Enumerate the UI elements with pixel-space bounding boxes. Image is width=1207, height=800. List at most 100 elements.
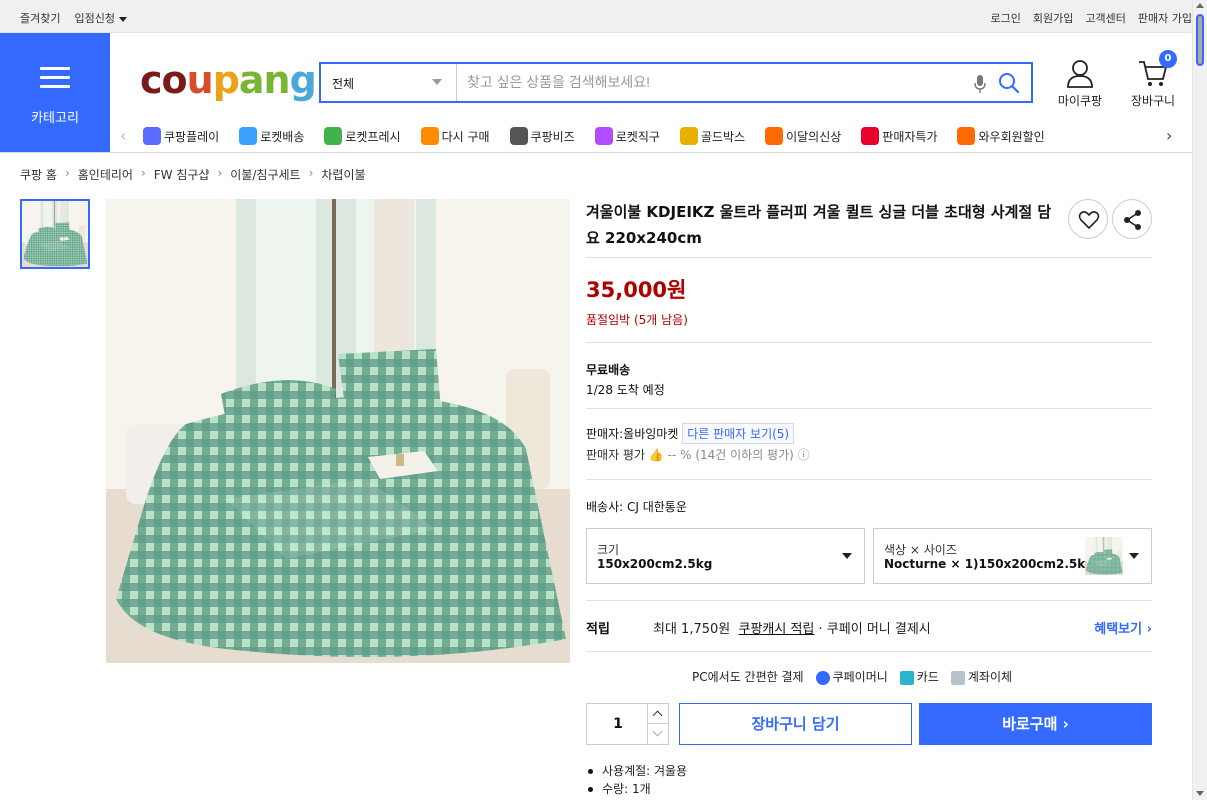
breadcrumb-item[interactable]: 쿠팡 홈 — [20, 166, 57, 183]
product-title: 겨울이불 KDJEIKZ 울트라 플러피 겨울 퀼트 싱글 더블 초대형 사계절… — [586, 203, 1052, 247]
reward-tail: · 쿠페이 머니 결제시 — [818, 622, 931, 637]
microphone-icon[interactable] — [973, 74, 987, 94]
product-main-image — [106, 199, 570, 663]
size-option-select[interactable]: 크기 150x200cm2.5kg — [586, 528, 865, 584]
category-button[interactable]: 카테고리 — [0, 33, 110, 152]
cart-count-badge: 0 — [1159, 50, 1177, 68]
percent-icon — [861, 127, 880, 145]
scroll-thumb[interactable] — [1196, 14, 1204, 66]
search-bar: 전체 — [319, 62, 1033, 103]
product-thumbnail[interactable] — [20, 199, 90, 269]
divider — [586, 600, 1152, 601]
quick-nav-label: 쿠팡비즈 — [530, 129, 575, 144]
quick-nav-item[interactable]: 로켓배송 — [239, 127, 304, 145]
pc-payment-row: PC에서도 간편한 결제 쿠페이머니 카드 계좌이체 — [692, 668, 1012, 685]
benefit-link[interactable]: 혜택보기 › — [1094, 618, 1152, 637]
seller-apply-label: 입점신청 — [74, 12, 115, 25]
breadcrumb-item[interactable]: 차렵이불 — [321, 166, 365, 183]
quick-nav-item[interactable]: 다시 구매 — [420, 127, 490, 145]
share-button[interactable] — [1112, 199, 1152, 239]
new-bag-icon — [765, 127, 784, 145]
biz-icon — [509, 127, 528, 145]
wow-icon — [957, 127, 976, 145]
breadcrumb-item[interactable]: FW 침구샵 — [154, 166, 210, 183]
wishlist-button[interactable] — [1068, 199, 1108, 239]
divider — [586, 342, 1152, 343]
mycoupang-button[interactable]: 마이쿠팡 — [1050, 58, 1110, 109]
quantity-increase-button[interactable] — [647, 704, 668, 724]
color-size-option-select[interactable]: 색상 × 사이즈 Nocturne × 1)150x200cm2.5kg — [873, 528, 1152, 584]
cash-reward-link[interactable]: 쿠팡캐시 적립 — [739, 622, 815, 637]
breadcrumb-item[interactable]: 이불/침구세트 — [230, 166, 300, 183]
search-scope-value: 전체 — [332, 77, 355, 91]
quick-nav-item[interactable]: 로켓프레시 — [324, 127, 401, 145]
seller-rating-label: 판매자 평가 — [586, 448, 646, 462]
quick-nav-item[interactable]: 로켓직구 — [594, 127, 660, 145]
quantity-input[interactable]: 1 — [587, 716, 649, 732]
share-icon — [1124, 210, 1141, 230]
seller-row: 판매자:올바잉마켓 다른 판매자 보기(5) — [586, 423, 795, 444]
card-option: 카드 — [899, 668, 939, 685]
scroll-up-icon[interactable] — [1196, 3, 1204, 8]
coupay-icon — [815, 670, 830, 685]
bookmark-link[interactable]: 즐겨찾기 — [20, 10, 60, 26]
quick-nav-item[interactable]: 와우회원할인 — [957, 127, 1045, 145]
signup-link[interactable]: 회원가입 — [1033, 10, 1073, 26]
goldbox-icon — [679, 127, 698, 145]
quick-nav-items: 쿠팡플레이 로켓배송 로켓프레시 다시 구매 쿠팡비즈 로켓직구 골드박스 이달의신상 판매자특… — [143, 127, 1153, 145]
category-label: 카테고리 — [31, 111, 79, 126]
divider — [586, 651, 1152, 652]
shipping-eta: 1/28 도착 예정 — [586, 383, 665, 397]
quick-nav-item[interactable]: 이달의신상 — [765, 127, 841, 145]
chevron-right-icon[interactable]: › — [1166, 126, 1172, 145]
basket-icon — [420, 127, 439, 145]
other-sellers-link[interactable]: 다른 판매자 보기(5) — [682, 423, 795, 444]
pay-method-label: 쿠페이머니 — [832, 670, 888, 684]
search-icon[interactable] — [998, 72, 1020, 94]
chevron-left-icon[interactable]: ‹ — [120, 126, 126, 145]
add-to-cart-button[interactable]: 장바구니 담기 — [679, 703, 912, 745]
seller-signup-link[interactable]: 판매자 가입 — [1138, 10, 1192, 26]
seller-rating-row: 판매자 평가 👍 -- % (14건 이하의 평가) ⓘ — [586, 446, 810, 463]
quick-nav-item[interactable]: 쿠팡플레이 — [143, 127, 219, 145]
page-scrollbar[interactable] — [1192, 0, 1207, 800]
shipping-title: 무료배송 — [586, 363, 631, 377]
quick-nav-label: 골드박스 — [700, 129, 746, 144]
bedding-thumbnail-image — [22, 201, 88, 267]
stock-note: 품절임박 (5개 남음) — [586, 313, 688, 327]
login-link[interactable]: 로그인 — [991, 10, 1021, 26]
coupang-logo[interactable]: coupang — [140, 58, 317, 102]
chevron-right-icon: › — [308, 166, 314, 180]
bedding-photo — [106, 199, 570, 663]
customer-center-link[interactable]: 고객센터 — [1085, 10, 1125, 26]
quick-nav-item[interactable]: 판매자특가 — [861, 127, 937, 145]
quick-nav-label: 로켓배송 — [260, 129, 305, 144]
info-icon[interactable]: ⓘ — [798, 448, 810, 462]
chevron-down-icon — [652, 726, 663, 737]
search-input[interactable] — [467, 74, 947, 90]
divider — [586, 257, 1152, 258]
reward-text: 최대 1,750원 쿠팡캐시 적립 · 쿠페이 머니 결제시 — [653, 618, 931, 637]
cart-label: 장바구니 — [1130, 94, 1176, 108]
option-swatch-image — [1085, 537, 1123, 575]
quick-nav-item[interactable]: 골드박스 — [679, 127, 746, 145]
quantity-decrease-button[interactable] — [647, 724, 668, 744]
reward-label: 적립 — [586, 622, 610, 637]
breadcrumb-item[interactable]: 홈인테리어 — [78, 166, 133, 183]
seller-apply-link[interactable]: 입점신청 — [74, 10, 127, 26]
search-scope-select[interactable]: 전체 — [321, 64, 457, 101]
pay-method-label: 계좌이체 — [967, 670, 1013, 684]
bank-icon — [950, 670, 965, 685]
product-specs: 사용계절: 겨울용 수량: 1개 — [586, 762, 687, 798]
chevron-down-icon — [118, 16, 127, 22]
quick-nav: ‹ 쿠팡플레이 로켓배송 로켓프레시 다시 구매 쿠팡비즈 로켓직구 골드박스 이달의신상 판매… — [110, 120, 1192, 152]
cart-button[interactable]: 장바구니 0 — [1123, 50, 1183, 109]
buy-now-button[interactable]: 바로구매 › — [919, 703, 1152, 745]
play-icon — [143, 127, 161, 145]
divider — [586, 479, 1152, 480]
quick-nav-item[interactable]: 쿠팡비즈 — [509, 127, 575, 145]
spec-item: 사용계절: 겨울용 — [586, 762, 687, 780]
rocket-global-icon — [594, 127, 613, 145]
bedding-swatch-image — [1085, 537, 1123, 575]
scroll-down-icon[interactable] — [1196, 791, 1204, 796]
